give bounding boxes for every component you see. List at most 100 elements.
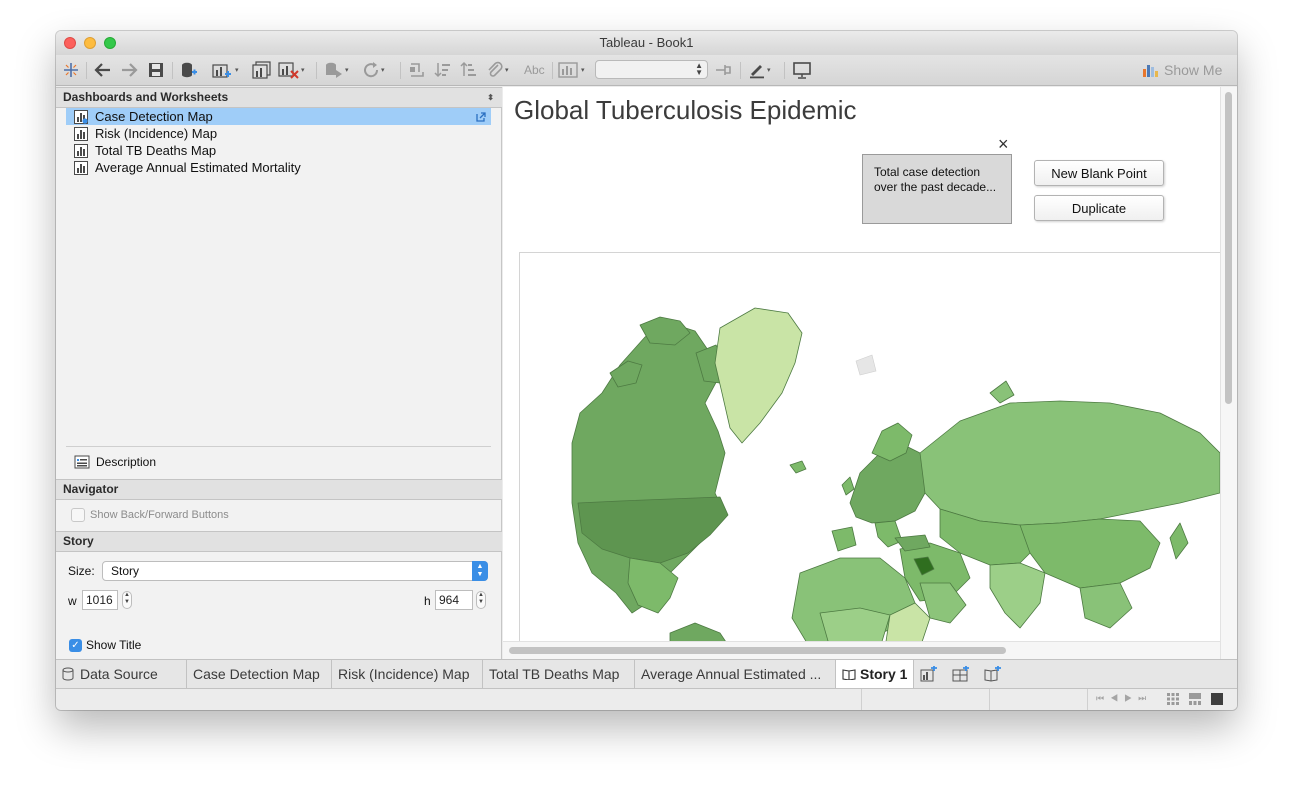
width-input[interactable]: 1016 [82,590,118,610]
sheet-tab-bar: Data Source Case Detection Map Risk (Inc… [56,659,1237,689]
sheet-label: Case Detection Map [95,109,213,124]
story-point-caption[interactable]: Total case detection over the past decad… [862,154,1012,224]
new-worksheet-tab-icon[interactable] [920,664,938,684]
toolbar: ▾ ▾ ▾ ▾ ▾ Abc ▾ ▲ ▼ ▾ Show Me [56,55,1237,86]
region-svalbard [855,354,877,376]
duplicate-button[interactable]: Duplicate [1034,195,1164,221]
story-icon [842,669,856,680]
divider [66,446,491,447]
description-item[interactable]: Description [74,455,156,469]
close-story-point-icon[interactable]: × [998,135,1009,153]
sheets-section-title: Dashboards and Worksheets [63,90,229,104]
region-southeast-asia [1079,582,1133,629]
sheet-label: Risk (Incidence) Map [95,126,218,141]
region-balkans [874,520,903,548]
panel-sort-icon[interactable]: ⬍ [487,88,494,107]
clear-sheet-icon[interactable]: ▾ [278,60,305,80]
close-window-button[interactable] [64,37,76,49]
size-select-value: Story [111,564,140,578]
fit-icon[interactable]: ▾ [558,60,585,80]
show-title-label: Show Title [86,638,142,652]
sheet-label: Total TB Deaths Map [95,143,217,158]
sort-descending-icon[interactable] [460,60,478,80]
group-icon[interactable]: ▾ [486,60,509,80]
new-dashboard-tab-icon[interactable] [952,664,970,684]
story-title[interactable]: Global Tuberculosis Epidemic [514,95,857,126]
vertical-scroll-thumb[interactable] [1225,92,1232,404]
show-title-checkbox[interactable]: ✓ [69,638,82,652]
swap-icon[interactable] [408,60,426,80]
tab-total-tb-deaths-map[interactable]: Total TB Deaths Map [483,660,635,688]
sheet-item-total-tb-deaths-map[interactable]: Total TB Deaths Map [66,142,491,159]
show-me-label: Show Me [1164,62,1223,78]
horizontal-scroll-thumb[interactable] [509,647,1006,654]
tab-label: Story 1 [860,666,908,682]
world-map[interactable] [519,252,1220,648]
size-select[interactable]: Story ▲ ▼ [102,561,488,581]
show-sheet-sorter-icon[interactable] [1167,693,1179,708]
region-iceland [789,460,807,474]
region-russia [919,400,1220,526]
sheet-item-risk-incidence-map[interactable]: Risk (Incidence) Map [66,125,491,142]
minimize-window-button[interactable] [84,37,96,49]
zoom-window-button[interactable] [104,37,116,49]
sheet-item-average-annual-estimated-mortality[interactable]: Average Annual Estimated Mortality [66,159,491,176]
highlight-icon[interactable]: ▾ [748,60,771,80]
refresh-icon[interactable]: ▾ [362,60,385,80]
description-icon [74,455,90,469]
tableau-logo-icon[interactable] [62,60,80,80]
tab-risk-incidence-map[interactable]: Risk (Incidence) Map [332,660,483,688]
horizontal-scrollbar[interactable] [503,641,1220,659]
width-label: w [68,594,77,608]
show-back-forward-option[interactable]: Show Back/Forward Buttons [71,508,229,522]
new-worksheet-icon[interactable]: ▾ [212,60,239,80]
run-update-icon[interactable]: ▾ [324,60,349,80]
tab-data-source[interactable]: Data Source [56,660,187,688]
story-side-panel: Dashboards and Worksheets ⬍ Case Detecti… [56,87,502,659]
tab-label: Average Annual Estimated ... [641,666,822,682]
go-to-sheet-icon[interactable] [475,111,487,123]
width-stepper[interactable]: ▲ ▼ [122,591,132,609]
tab-story-1[interactable]: Story 1 [836,660,914,688]
show-me-icon [1143,65,1158,77]
vertical-scrollbar[interactable] [1220,87,1237,659]
worksheet-icon [74,143,88,158]
tab-case-detection-map[interactable]: Case Detection Map [187,660,332,688]
new-datasource-icon[interactable] [180,60,198,80]
show-title-option[interactable]: ✓ Show Title [69,638,141,652]
choropleth-map[interactable] [520,253,1220,648]
tab-label: Total TB Deaths Map [489,666,620,682]
show-filmstrip-icon[interactable] [1189,693,1201,708]
label-icon[interactable]: Abc [524,60,545,80]
duplicate-sheet-icon[interactable] [252,60,272,80]
story-canvas: Global Tuberculosis Epidemic × Total cas… [503,87,1237,659]
database-icon [62,667,74,681]
region-iberia [831,526,857,552]
tab-label: Risk (Incidence) Map [338,666,470,682]
show-back-forward-checkbox[interactable] [71,508,85,522]
pin-icon[interactable] [714,60,732,80]
description-label: Description [96,455,157,469]
new-blank-point-button[interactable]: New Blank Point [1034,160,1164,186]
tab-average-annual-estimated-mortality[interactable]: Average Annual Estimated ... [635,660,836,688]
region-greenland [714,307,803,444]
story-section-title: Story [63,534,94,548]
forward-icon[interactable] [120,60,138,80]
view-size-combo[interactable]: ▲ ▼ [595,60,708,79]
presentation-icon[interactable] [792,60,812,80]
sort-ascending-icon[interactable] [434,60,452,80]
navigator-section-title: Navigator [63,482,119,496]
tab-label: Case Detection Map [193,666,320,682]
height-stepper[interactable]: ▲ ▼ [476,591,486,609]
stepper-arrows-icon: ▲ ▼ [695,61,703,77]
sheet-navigation-icons[interactable]: ⏮◀▶⏭ [1096,693,1152,704]
back-icon[interactable] [94,60,112,80]
height-input[interactable]: 964 [435,590,473,610]
new-story-tab-icon[interactable] [984,664,1002,684]
navigator-section-header: Navigator [56,479,502,500]
show-back-forward-label: Show Back/Forward Buttons [90,509,229,521]
show-me-button[interactable]: Show Me [1142,61,1222,79]
save-icon[interactable] [148,60,164,80]
show-tabs-icon[interactable] [1211,693,1223,708]
sheet-item-case-detection-map[interactable]: Case Detection Map [66,108,491,125]
